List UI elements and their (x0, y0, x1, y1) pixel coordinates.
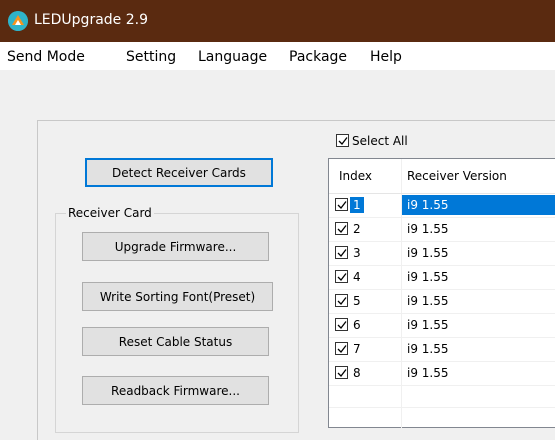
write-sorting-font-button[interactable]: Write Sorting Font(Preset) (82, 282, 273, 311)
checkmark-icon (337, 345, 347, 353)
row-checkbox[interactable] (335, 318, 348, 331)
receiver-list-table[interactable]: Index Receiver Version 1 i9 1.55 2 i9 1.… (328, 158, 555, 429)
row-checkbox[interactable] (335, 270, 348, 283)
checkmark-icon (337, 249, 347, 257)
title-bar: LEDUpgrade 2.9 (0, 0, 555, 42)
receiver-card-group-label: Receiver Card (66, 206, 154, 220)
row-checkbox[interactable] (335, 246, 348, 259)
row-index: 8 (353, 366, 361, 380)
detect-receiver-cards-button[interactable]: Detect Receiver Cards (85, 158, 273, 187)
row-version: i9 1.55 (407, 222, 449, 236)
window-title: LEDUpgrade 2.9 (34, 12, 148, 28)
upgrade-firmware-button[interactable]: Upgrade Firmware... (82, 232, 269, 261)
row-version: i9 1.55 (407, 318, 449, 332)
menu-language[interactable]: Language (198, 49, 267, 65)
table-row[interactable]: 7 i9 1.55 (329, 338, 555, 362)
row-index: 7 (353, 342, 361, 356)
table-row[interactable]: 5 i9 1.55 (329, 290, 555, 314)
row-version: i9 1.55 (402, 195, 555, 215)
column-header-index[interactable]: Index (339, 169, 372, 183)
row-checkbox[interactable] (335, 294, 348, 307)
menu-help[interactable]: Help (370, 49, 402, 65)
menu-send-mode[interactable]: Send Mode (7, 49, 85, 65)
row-checkbox[interactable] (335, 342, 348, 355)
app-icon[interactable] (8, 11, 28, 31)
table-row[interactable]: 2 i9 1.55 (329, 218, 555, 242)
row-index: 4 (353, 270, 361, 284)
table-row[interactable]: 8 i9 1.55 (329, 362, 555, 386)
row-version: i9 1.55 (407, 270, 449, 284)
menu-bar: Send Mode Setting Language Package Help (0, 42, 555, 70)
menu-package[interactable]: Package (289, 49, 347, 65)
select-all-checkbox[interactable] (336, 134, 349, 147)
checkmark-icon (338, 137, 348, 145)
table-row[interactable]: 6 i9 1.55 (329, 314, 555, 338)
readback-firmware-button[interactable]: Readback Firmware... (82, 376, 269, 405)
row-version: i9 1.55 (407, 294, 449, 308)
checkmark-icon (337, 225, 347, 233)
checkmark-icon (337, 321, 347, 329)
row-version: i9 1.55 (407, 246, 449, 260)
checkmark-icon (337, 369, 347, 377)
row-version: i9 1.55 (407, 366, 449, 380)
table-row[interactable]: 3 i9 1.55 (329, 242, 555, 266)
row-checkbox[interactable] (335, 198, 348, 211)
row-index: 1 (350, 197, 364, 213)
row-index: 3 (353, 246, 361, 260)
checkmark-icon (337, 297, 347, 305)
checkmark-icon (337, 201, 347, 209)
row-checkbox[interactable] (335, 222, 348, 235)
row-index: 2 (353, 222, 361, 236)
row-index: 5 (353, 294, 361, 308)
column-header-receiver-version[interactable]: Receiver Version (407, 169, 507, 183)
row-version: i9 1.55 (407, 342, 449, 356)
row-separator (329, 407, 555, 408)
row-checkbox[interactable] (335, 366, 348, 379)
table-row[interactable]: 1 i9 1.55 (329, 194, 555, 218)
reset-cable-status-button[interactable]: Reset Cable Status (82, 327, 269, 356)
table-row[interactable]: 4 i9 1.55 (329, 266, 555, 290)
menu-setting[interactable]: Setting (126, 49, 176, 65)
row-index: 6 (353, 318, 361, 332)
checkmark-icon (337, 273, 347, 281)
select-all-label[interactable]: Select All (352, 134, 408, 148)
